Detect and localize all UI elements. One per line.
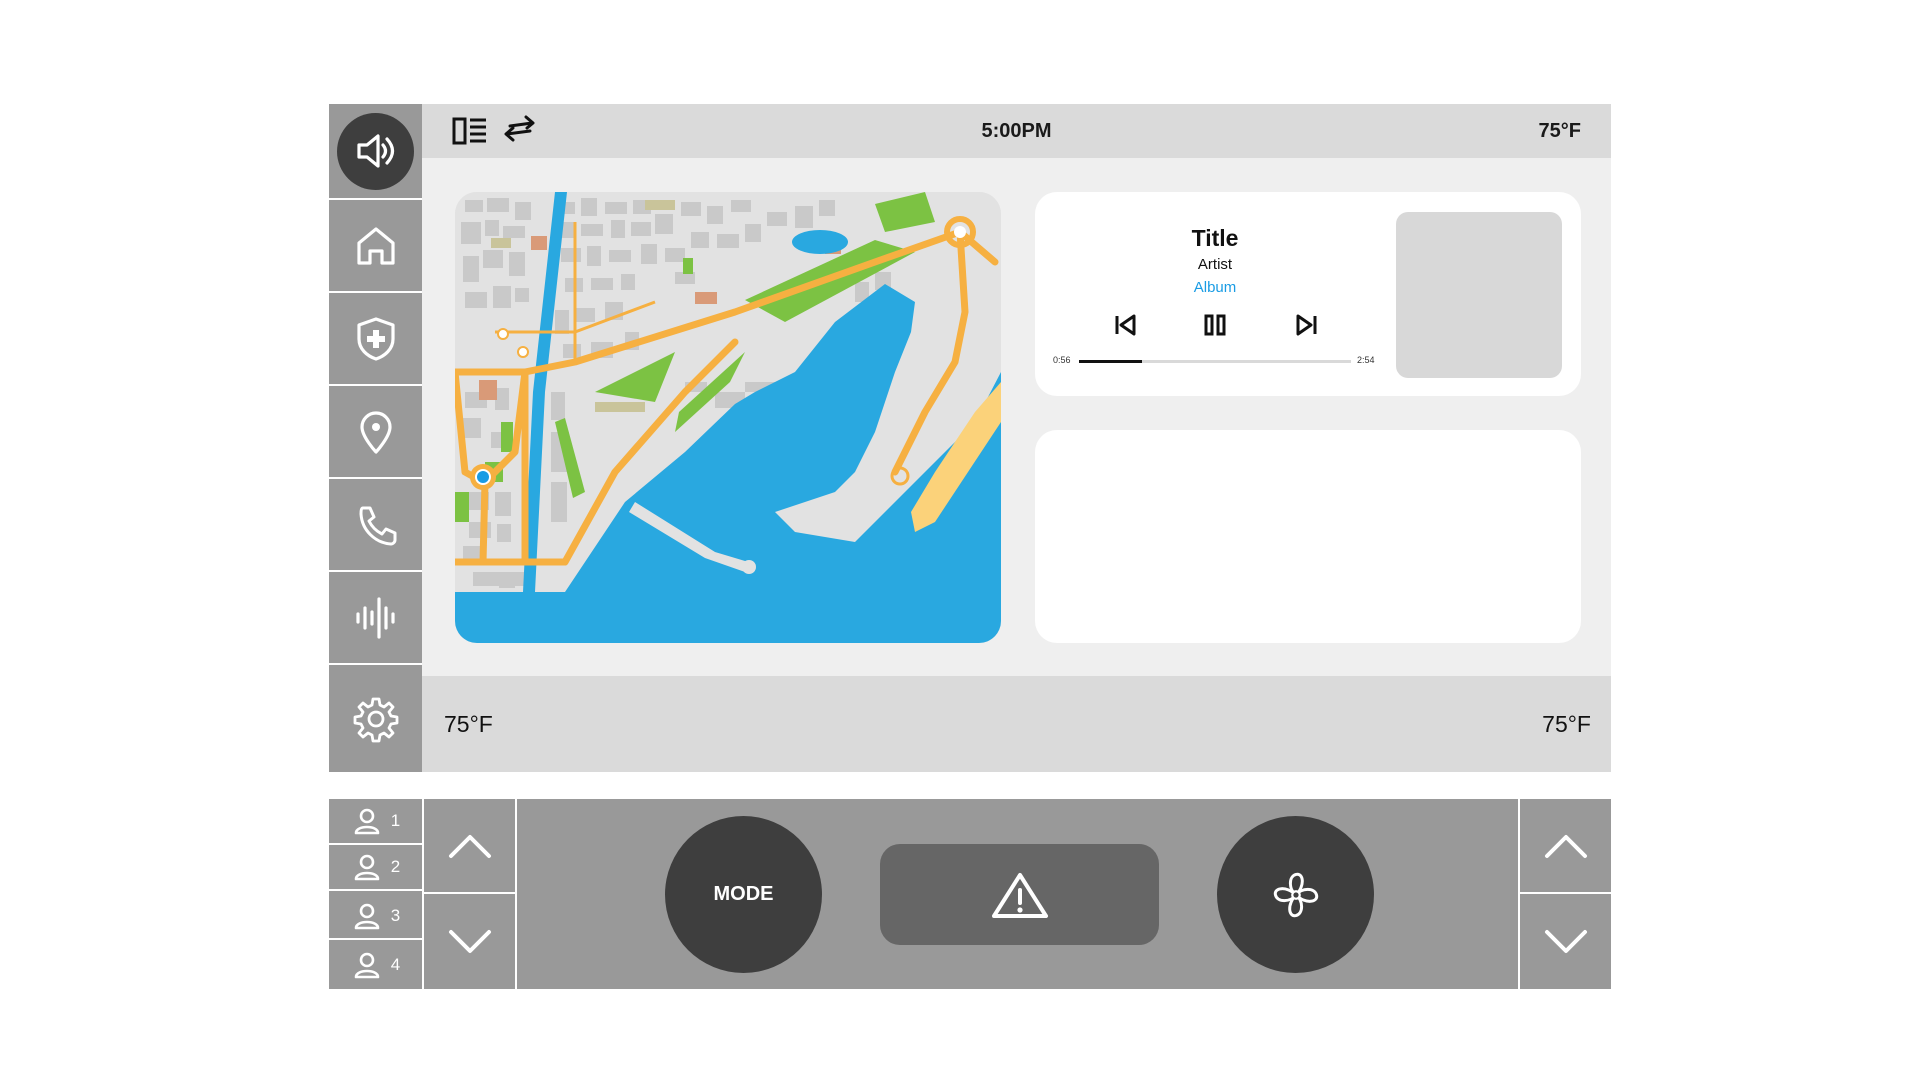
elapsed-time: 0:56 [1053, 355, 1071, 365]
profile-button-1[interactable]: 1 [329, 799, 422, 845]
chevron-down-icon [1544, 929, 1587, 953]
navigation-map[interactable] [455, 192, 1001, 643]
home-icon [356, 226, 395, 265]
profile-number: 2 [390, 857, 401, 876]
fan-button[interactable] [1217, 816, 1374, 973]
hazard-button[interactable] [880, 844, 1159, 945]
speaker-icon [356, 134, 394, 168]
media-player-card: Title Artist Album 0:56 2:54 [1035, 192, 1581, 396]
fan-icon [1273, 872, 1318, 917]
profile-number: 3 [390, 906, 401, 925]
driver-temperature[interactable]: 75°F [444, 676, 493, 772]
chevron-down-icon [448, 929, 491, 953]
skip-previous-icon [1115, 314, 1136, 336]
user-icon [354, 808, 380, 835]
track-album[interactable]: Album [1035, 277, 1395, 297]
album-art [1396, 212, 1562, 378]
progress-fill [1079, 360, 1142, 363]
right-temp-up-button[interactable] [1520, 799, 1611, 892]
status-bar: 5:00PM 75°F [422, 104, 1611, 158]
sound-wave-icon [355, 596, 395, 639]
divider [515, 799, 517, 989]
swap-arrows-icon[interactable] [502, 114, 538, 144]
profile-button-2[interactable]: 2 [329, 845, 422, 891]
track-artist: Artist [1197, 255, 1233, 273]
sidebar-item-volume[interactable] [329, 104, 422, 200]
track-title: Title [1191, 224, 1239, 251]
profile-button-3[interactable]: 3 [329, 894, 422, 940]
chevron-up-icon [448, 834, 491, 858]
left-temp-down-button[interactable] [424, 894, 515, 989]
sidebar-item-navigation[interactable] [329, 386, 422, 479]
outside-temperature: 75°F [1538, 119, 1581, 142]
widget-card [1035, 430, 1581, 643]
duration-time: 2:54 [1357, 355, 1375, 365]
climate-bar: 75°F 75°F [422, 676, 1611, 772]
profile-number: 4 [390, 954, 401, 974]
shield-plus-icon [356, 316, 395, 361]
sidebar-item-voice[interactable] [329, 572, 422, 665]
sidebar-item-phone[interactable] [329, 479, 422, 572]
sidebar [329, 104, 422, 772]
profile-number: 1 [390, 811, 401, 830]
user-icon [354, 854, 380, 881]
sidebar-item-home[interactable] [329, 200, 422, 293]
progress-track[interactable] [1079, 360, 1351, 363]
clock: 5:00PM [981, 119, 1052, 142]
gear-icon [353, 697, 398, 742]
passenger-temperature[interactable]: 75°F [1542, 676, 1591, 772]
pause-button[interactable] [1195, 305, 1235, 345]
pause-icon [1204, 314, 1226, 336]
mode-button[interactable]: MODE [665, 816, 822, 973]
location-pin-icon [359, 410, 392, 454]
user-icon [354, 952, 380, 978]
city-map [455, 192, 1001, 643]
split-list-icon[interactable] [452, 116, 488, 146]
sidebar-item-safety[interactable] [329, 293, 422, 386]
left-temp-up-button[interactable] [424, 799, 515, 892]
skip-next-icon [1296, 314, 1317, 336]
user-icon [354, 903, 380, 930]
right-temp-down-button[interactable] [1520, 894, 1611, 989]
infotainment-screen: 5:00PM 75°F Title Artist Album 0:56 2:54… [329, 104, 1611, 772]
climate-controls: 1 2 3 4 MODE [329, 799, 1611, 989]
hazard-warning-icon [991, 872, 1048, 918]
chevron-up-icon [1544, 834, 1587, 858]
previous-track-button[interactable] [1105, 305, 1145, 345]
volume-button-circle[interactable] [337, 112, 414, 190]
phone-icon [359, 506, 396, 545]
sidebar-item-settings[interactable] [329, 665, 422, 772]
profile-button-4[interactable]: 4 [329, 940, 422, 989]
next-track-button[interactable] [1287, 305, 1327, 345]
